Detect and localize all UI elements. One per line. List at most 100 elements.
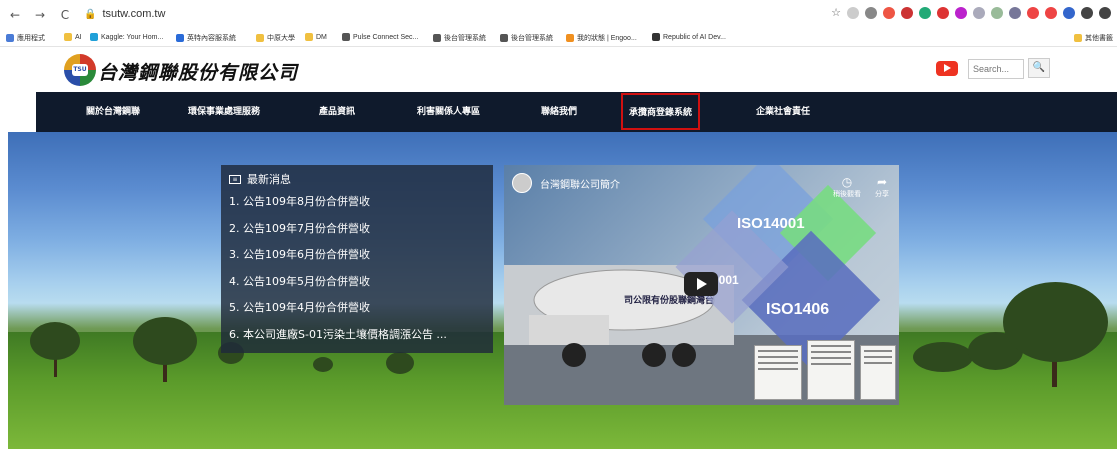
news-link[interactable]: 6. 本公司進廠S-01污染土壤價格調漲公告 ... (229, 324, 485, 351)
bookmark-label: Kaggle: Your Hom... (101, 33, 164, 41)
bookmark-item[interactable]: 我的狀態 | Engoo... (566, 33, 637, 43)
search-button[interactable]: 🔍 (1028, 58, 1050, 78)
company-logo[interactable]: TSU (64, 54, 96, 86)
extension-icon[interactable] (991, 6, 1003, 19)
iso-label: ISO1406 (766, 301, 830, 318)
extension-icon[interactable] (1099, 6, 1111, 19)
channel-avatar[interactable] (512, 173, 532, 193)
extension-icon[interactable] (1009, 6, 1021, 19)
play-button[interactable] (684, 272, 718, 296)
watch-later-button[interactable]: ◷ 稍後觀看 (833, 175, 861, 199)
bookmark-item[interactable]: DM (305, 33, 327, 41)
extension-icon[interactable] (973, 6, 985, 19)
nav-item[interactable]: 企業社會責任 (756, 92, 810, 132)
share-button[interactable]: ➦ 分享 (875, 175, 889, 199)
main-navigation: 關於台灣鋼聯 環保事業處理服務 產品資訊 利害關係人專區 聯絡我們 承攬商登錄系統 企業社會… (36, 92, 1117, 132)
bookmark-icon (305, 33, 313, 41)
bookmark-icon (566, 34, 574, 42)
bookmark-item[interactable]: Pulse Connect Sec... (342, 33, 418, 41)
wheel (562, 343, 586, 367)
search-input[interactable] (968, 59, 1024, 79)
bookmark-label: Republic of AI Dev... (663, 33, 726, 41)
browser-toolbar: ← → C ⌂ 🔒 tsutw.com.tw ☆ (0, 0, 1117, 30)
certificate-document (860, 345, 896, 400)
other-bookmarks-label: 其他書籤 (1085, 35, 1113, 42)
truck-chassis (529, 315, 609, 345)
tree (313, 357, 333, 372)
tree (1003, 282, 1108, 362)
clock-icon: ◷ (841, 175, 853, 189)
nav-item[interactable]: 聯絡我們 (541, 92, 577, 132)
wheel (642, 343, 666, 367)
news-link[interactable]: 1. 公告109年8月份合併營收 (229, 191, 485, 218)
bookmark-label: DM (316, 33, 327, 41)
back-icon[interactable]: ← (8, 8, 22, 22)
bookmark-star-icon[interactable]: ☆ (831, 6, 841, 19)
nav-item[interactable]: 利害關係人專區 (417, 92, 480, 132)
bookmark-item[interactable]: Republic of AI Dev... (652, 33, 726, 41)
news-link[interactable]: 2. 公告109年7月份合併營收 (229, 218, 485, 245)
bookmark-item[interactable]: Kaggle: Your Hom... (90, 33, 163, 41)
nav-item[interactable]: 環保事業處理服務 (188, 92, 260, 132)
site-header: TSU 台灣鋼聯股份有限公司 🔍 (0, 48, 1117, 92)
search-icon: 🔍 (1032, 62, 1046, 73)
watch-later-label: 稍後觀看 (833, 190, 861, 198)
extension-icon[interactable] (883, 6, 895, 19)
extensions-bar: ☆ (831, 6, 1111, 19)
bookmark-item[interactable]: 中原大學 (256, 33, 295, 43)
bookmark-icon (652, 33, 660, 41)
folder-icon (1074, 34, 1082, 42)
news-link[interactable]: 5. 公告109年4月份合併營收 (229, 297, 485, 324)
bookmark-label: 我的狀態 | Engoo... (577, 35, 637, 42)
certificate-document (754, 345, 802, 400)
nav-item[interactable]: 關於台灣鋼聯 (86, 92, 140, 132)
address-bar[interactable]: 🔒 tsutw.com.tw (84, 8, 165, 20)
video-title[interactable]: 台灣鋼聯公司簡介 (540, 176, 620, 191)
certificate-document (807, 340, 855, 400)
news-header: ≡ 最新消息 (229, 171, 485, 187)
company-name: 台灣鋼聯股份有限公司 (98, 62, 299, 84)
extension-icon[interactable] (937, 6, 949, 19)
bookmarks-bar: 應用程式 AI Kaggle: Your Hom... 英特內容服系統 中原大學 DM Pu… (0, 30, 1117, 47)
reload-icon[interactable]: C (58, 8, 72, 22)
nav-item[interactable]: 產品資訊 (319, 92, 355, 132)
bookmark-label: AI (75, 33, 82, 41)
other-bookmarks[interactable]: 其他書籤 (1074, 33, 1113, 43)
extension-icon[interactable] (1027, 6, 1039, 19)
bookmark-label: 後台管理系統 (444, 35, 486, 42)
bookmark-icon (6, 34, 14, 42)
iso-label: ISO14001 (737, 215, 805, 232)
extension-icon[interactable] (1045, 6, 1057, 19)
bookmark-item[interactable]: 後台管理系統 (500, 33, 553, 43)
extension-icon[interactable] (1063, 6, 1075, 19)
youtube-icon[interactable] (936, 61, 958, 76)
bookmark-item[interactable]: 應用程式 (6, 33, 45, 43)
bookmark-item[interactable]: 後台管理系統 (433, 33, 486, 43)
tree (913, 342, 973, 372)
share-icon: ➦ (876, 175, 888, 189)
extension-icon[interactable] (919, 6, 931, 19)
tree (386, 352, 414, 374)
news-title: 最新消息 (247, 173, 291, 186)
extension-icon[interactable] (847, 6, 859, 19)
bookmark-label: 英特內容服系統 (187, 35, 236, 42)
video-title-bar[interactable]: 台灣鋼聯公司簡介 (512, 173, 620, 193)
bookmark-label: 中原大學 (267, 35, 295, 42)
extension-icon[interactable] (865, 6, 877, 19)
extension-icon[interactable] (1081, 6, 1093, 19)
bookmark-icon (433, 34, 441, 42)
bookmark-label: Pulse Connect Sec... (353, 33, 419, 41)
news-link[interactable]: 4. 公告109年5月份合併營收 (229, 271, 485, 298)
video-player[interactable]: 司公限有份股聯鋼灣台 ISO14001 9001 ISO1406 台灣鋼聯公司簡… (504, 165, 899, 405)
bookmark-item[interactable]: AI (64, 33, 82, 41)
tree (30, 322, 80, 360)
nav-item[interactable]: 承攬商登錄系統 (621, 93, 701, 130)
news-link[interactable]: 3. 公告109年6月份合併營收 (229, 244, 485, 271)
bookmark-icon (256, 34, 264, 42)
extension-icon[interactable] (901, 6, 913, 19)
extension-icon[interactable] (955, 6, 967, 19)
bookmark-icon (342, 33, 350, 41)
forward-icon[interactable]: → (33, 8, 47, 22)
bookmark-icon (90, 33, 98, 41)
bookmark-item[interactable]: 英特內容服系統 (176, 33, 236, 43)
